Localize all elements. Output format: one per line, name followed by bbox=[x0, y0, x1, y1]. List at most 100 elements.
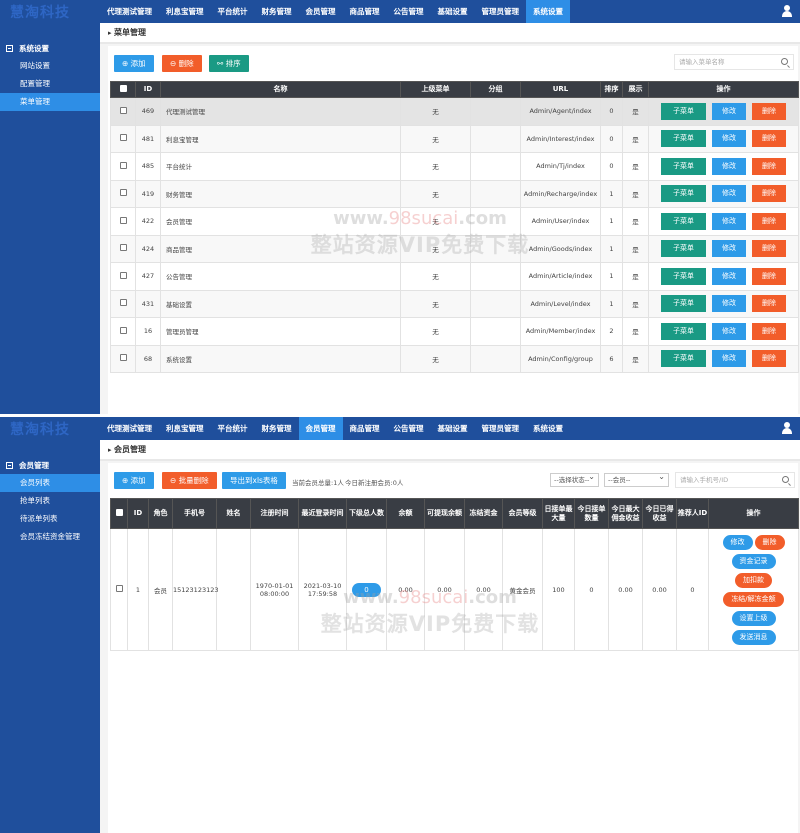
add-button[interactable]: ⊕ 添加 bbox=[114, 55, 154, 72]
export-xls-button[interactable]: 导出到xls表格 bbox=[222, 472, 286, 489]
delete-button[interactable]: 删除 bbox=[752, 322, 786, 340]
subordinate-count-badge[interactable]: 0 bbox=[352, 582, 381, 597]
delete-button[interactable]: 删除 bbox=[752, 295, 786, 313]
sidebar-item[interactable]: 菜单管理 bbox=[0, 93, 100, 111]
delete-button[interactable]: 删除 bbox=[752, 350, 786, 368]
row-checkbox-cell[interactable] bbox=[110, 528, 128, 651]
row-checkbox[interactable] bbox=[119, 354, 127, 362]
row-checkbox[interactable] bbox=[119, 244, 127, 252]
nav-item[interactable]: 商品管理 bbox=[343, 417, 387, 440]
nav-item[interactable]: 商品管理 bbox=[343, 0, 387, 23]
sidebar-item[interactable]: 会员冻结资金管理 bbox=[0, 528, 100, 546]
row-checkbox[interactable] bbox=[119, 271, 127, 279]
nav-item[interactable]: 平台统计 bbox=[211, 0, 255, 23]
sidebar-item[interactable]: 待派单列表 bbox=[0, 510, 100, 528]
nav-item[interactable]: 财务管理 bbox=[255, 0, 299, 23]
delete-button[interactable]: 删除 bbox=[752, 130, 786, 148]
row-checkbox-cell[interactable] bbox=[110, 152, 136, 181]
nav-item[interactable]: 会员管理 bbox=[299, 0, 343, 23]
nav-item[interactable]: 系统设置 bbox=[526, 0, 570, 23]
adjust-balance-button[interactable]: 加扣款 bbox=[735, 572, 772, 588]
add-button[interactable]: ⊕ 添加 bbox=[114, 472, 154, 489]
sort-button[interactable]: ⚯ 排序 bbox=[209, 55, 249, 72]
row-checkbox-cell[interactable] bbox=[110, 317, 136, 346]
submenu-button[interactable]: 子菜单 bbox=[661, 185, 706, 203]
submenu-button[interactable]: 子菜单 bbox=[661, 240, 706, 258]
row-checkbox[interactable] bbox=[119, 161, 127, 169]
sidebar-item[interactable]: 配置管理 bbox=[0, 75, 100, 93]
sidebar-group[interactable]: 会员管理 bbox=[0, 458, 100, 474]
row-checkbox-cell[interactable] bbox=[110, 344, 136, 373]
submenu-button[interactable]: 子菜单 bbox=[661, 350, 706, 368]
search-icon[interactable] bbox=[782, 476, 789, 483]
row-checkbox-cell[interactable] bbox=[110, 124, 136, 153]
nav-item[interactable]: 会员管理 bbox=[298, 417, 343, 440]
edit-button[interactable]: 修改 bbox=[712, 322, 746, 340]
select-all-checkbox[interactable] bbox=[110, 81, 136, 98]
sidebar-group[interactable]: 系统设置 bbox=[0, 41, 100, 57]
nav-item[interactable]: 代理测试管理 bbox=[100, 417, 159, 440]
row-checkbox[interactable] bbox=[119, 326, 127, 334]
row-checkbox-cell[interactable] bbox=[110, 262, 136, 291]
search-icon[interactable] bbox=[781, 58, 788, 65]
nav-item[interactable]: 管理员管理 bbox=[475, 0, 527, 23]
row-checkbox-cell[interactable] bbox=[110, 179, 136, 208]
freeze-funds-button[interactable]: 冻结/解冻金额 bbox=[723, 591, 784, 607]
row-checkbox[interactable] bbox=[119, 134, 127, 142]
nav-item[interactable]: 公告管理 bbox=[387, 0, 431, 23]
submenu-button[interactable]: 子菜单 bbox=[661, 295, 706, 313]
delete-button[interactable]: 删除 bbox=[752, 157, 786, 175]
menu-search-input[interactable]: 请输入菜单名称 bbox=[674, 54, 794, 70]
delete-button[interactable]: 删除 bbox=[752, 102, 786, 120]
select-all-checkbox[interactable] bbox=[110, 498, 128, 529]
batch-delete-button[interactable]: ⊖ 批量删除 bbox=[162, 472, 217, 489]
nav-item[interactable]: 基础设置 bbox=[431, 0, 475, 23]
row-checkbox[interactable] bbox=[119, 189, 127, 197]
nav-item[interactable]: 代理测试管理 bbox=[100, 0, 159, 23]
edit-button[interactable]: 修改 bbox=[712, 130, 746, 148]
submenu-button[interactable]: 子菜单 bbox=[661, 130, 706, 148]
funds-log-button[interactable]: 资金记录 bbox=[731, 553, 776, 569]
nav-item[interactable]: 利息宝管理 bbox=[159, 0, 211, 23]
submenu-button[interactable]: 子菜单 bbox=[661, 212, 706, 230]
edit-button[interactable]: 修改 bbox=[712, 295, 746, 313]
row-checkbox[interactable] bbox=[115, 585, 123, 592]
submenu-button[interactable]: 子菜单 bbox=[661, 267, 706, 285]
delete-button[interactable]: 删除 bbox=[754, 534, 785, 550]
delete-button[interactable]: 删除 bbox=[752, 212, 786, 230]
submenu-button[interactable]: 子菜单 bbox=[661, 102, 706, 120]
row-checkbox-cell[interactable] bbox=[110, 97, 136, 126]
delete-button[interactable]: ⊖ 删除 bbox=[162, 55, 202, 72]
checkbox[interactable] bbox=[119, 84, 127, 92]
sidebar-item[interactable]: 抢单列表 bbox=[0, 492, 100, 510]
edit-button[interactable]: 修改 bbox=[712, 350, 746, 368]
delete-button[interactable]: 删除 bbox=[752, 240, 786, 258]
nav-item[interactable]: 平台统计 bbox=[211, 417, 255, 440]
edit-button[interactable]: 修改 bbox=[712, 185, 746, 203]
nav-item[interactable]: 公告管理 bbox=[387, 417, 431, 440]
row-checkbox[interactable] bbox=[119, 216, 127, 224]
nav-item[interactable]: 基础设置 bbox=[431, 417, 475, 440]
edit-button[interactable]: 修改 bbox=[712, 157, 746, 175]
submenu-button[interactable]: 子菜单 bbox=[661, 157, 706, 175]
nav-item[interactable]: 利息宝管理 bbox=[159, 417, 211, 440]
row-checkbox-cell[interactable] bbox=[110, 207, 136, 236]
user-icon[interactable] bbox=[782, 422, 792, 434]
set-parent-button[interactable]: 设置上级 bbox=[731, 610, 776, 626]
row-checkbox-cell[interactable] bbox=[110, 289, 136, 318]
nav-item[interactable]: 管理员管理 bbox=[475, 417, 527, 440]
sidebar-item[interactable]: 网站设置 bbox=[0, 57, 100, 75]
row-checkbox[interactable] bbox=[119, 299, 127, 307]
member-search-input[interactable]: 请输入手机号/ID bbox=[675, 472, 795, 488]
edit-button[interactable]: 修改 bbox=[722, 534, 753, 550]
edit-button[interactable]: 修改 bbox=[712, 267, 746, 285]
level-select[interactable]: --会员-- bbox=[604, 471, 669, 487]
delete-button[interactable]: 删除 bbox=[752, 267, 786, 285]
user-icon[interactable] bbox=[782, 5, 792, 17]
sidebar-item[interactable]: 会员列表 bbox=[0, 474, 100, 492]
send-message-button[interactable]: 发送消息 bbox=[731, 629, 776, 645]
delete-button[interactable]: 删除 bbox=[752, 185, 786, 203]
edit-button[interactable]: 修改 bbox=[712, 240, 746, 258]
submenu-button[interactable]: 子菜单 bbox=[661, 322, 706, 340]
row-checkbox[interactable] bbox=[119, 106, 127, 114]
